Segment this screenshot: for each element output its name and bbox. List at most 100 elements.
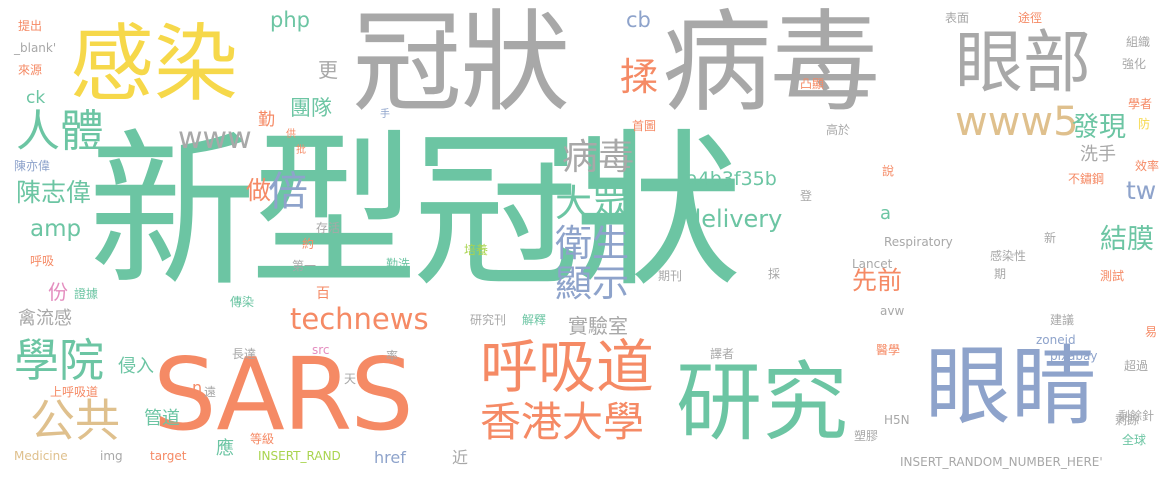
word-tw: tw [1126,176,1157,205]
word-src: src [312,343,330,357]
word-delivery: delivery [686,205,783,233]
word-php: php [270,8,310,32]
word-fen: 份 [48,280,68,304]
word-faxian: 發現 [1072,112,1126,143]
word-quanqiu: 全球 [1122,433,1147,447]
word-ying: 應 [216,438,234,459]
word-peiyang: 培養 [464,243,489,257]
word-bei: 倍 [268,169,308,215]
word-yi: 易 [1145,325,1158,339]
word-xianshi: 顯示 [555,262,629,305]
word-chaoguo: 超過 [1124,359,1149,373]
word-guanzhuang: 冠狀 [352,0,570,127]
word-sujiao: 塑膠 [854,429,879,443]
word-n: n [192,378,203,397]
word-lv: 率 [386,349,399,363]
word-xianggang-daxue: 香港大學 [480,398,644,446]
word-qinliugan: 禽流感 [18,308,72,329]
word-gonggong: 公共 [30,394,121,447]
word-buxiugang: 不鏽鋼 [1068,172,1105,186]
word-yanjiukan: 研究刊 [470,313,507,327]
word-www: www [178,121,252,156]
word-jianyi: 建議 [1050,313,1075,327]
word-href: href [374,448,406,467]
word-guandao: 管道 [144,408,180,429]
word-insert-rand: INSERT_RAND [258,449,341,463]
word-shengyuzhen: 剩餘針 [1118,409,1155,423]
word-xuezhe: 學者 [1128,97,1153,111]
word-changda: 長達 [232,347,257,361]
word-yue: 約 [302,237,315,251]
word-gong: 供 [286,129,296,140]
word-jiemo: 結膜 [1100,224,1154,255]
word-diyi: 第一 [292,259,317,273]
word-qi: 期 [994,267,1007,281]
word-huxi: 呼吸 [30,254,55,268]
word-respiratory: Respiratory [884,235,953,249]
word-zuo: 做 [246,176,272,205]
word-bai: 百 [316,286,330,302]
word-xishou: 洗手 [1080,144,1116,165]
word-xiaolv: 效率 [1135,159,1160,173]
word-a4b3f35b: a4b3f35b [686,168,777,190]
word-gaoyu: 高於 [826,123,851,137]
word-yizhe: 譯者 [710,347,735,361]
word-xueyuan: 學院 [14,334,105,387]
word-yixue: 醫學 [876,343,901,357]
word-blank: _blank' [14,41,57,55]
word-ceshi: 測試 [1100,269,1125,283]
word-amp: amp [30,216,82,242]
word-laiyuan: 來源 [18,63,43,77]
word-tuxian: 凸顯 [800,77,825,91]
word-biaomian: 表面 [945,11,970,25]
word-img: img [100,449,123,463]
word-pixabay: pixabay [1050,349,1098,363]
word-shou: 手 [380,109,390,120]
word-target: target [150,449,187,463]
word-medicine: Medicine [14,449,68,463]
word-jin: 近 [452,448,469,467]
word-huxidao: 呼吸道 [480,333,655,401]
word-pi: 批 [296,145,306,156]
word-zhengju: 證據 [74,287,99,301]
word-dazhong: 大眾 [555,182,629,225]
word-yanjiu: 研究 [676,353,848,453]
word-tichu: 提出 [18,19,43,33]
word-xianqian: 先前 [852,266,903,295]
word-tujing: 途徑 [1018,11,1043,25]
word-lancet: Lancet [852,257,893,271]
word-renti: 人體 [16,106,104,157]
word-qinxi: 勤洗 [386,257,411,271]
word-jieshi: 解釋 [522,313,547,327]
word-shiyanshi: 實驗室 [568,314,628,338]
word-ganran: 感染 [70,15,239,113]
word-cb: cb [626,8,651,32]
word-ganranxing: 感染性 [990,249,1027,263]
word-deng: 登 [800,189,813,203]
word-qianghua: 強化 [1122,57,1147,71]
word-zoneid: zoneid [1036,333,1076,347]
word-chenyiwei: 陳亦偉 [14,159,51,173]
word-tuandui: 團隊 [290,96,332,120]
word-insert-random-number: INSERT_RANDOM_NUMBER_HERE' [900,455,1103,469]
word-www5: www5 [955,99,1079,145]
word-qikan: 期刊 [658,269,683,283]
word-chenzhiwei: 陳志偉 [16,178,92,207]
word-xin: 新 [1044,231,1057,245]
word-geng: 更 [318,58,338,82]
word-bingdu-small: 病毒 [562,137,635,178]
word-yanbu: 眼部 [955,24,1092,103]
word-bingdu: 病毒 [662,0,880,127]
word-avw: avw [880,304,905,318]
word-yuan: 遠 [204,385,217,399]
word-dengji: 等級 [250,432,275,446]
word-cunhuo: 存活 [316,221,341,235]
word-weisheng: 衛生 [555,222,629,265]
word-shoutu: 首圖 [632,119,657,133]
word-cai: 採 [768,267,781,281]
word-h5n: H5N [884,413,910,427]
word-rou: 揉 [620,55,659,99]
word-shuo: 說 [882,164,895,178]
word-qin: 勤 [258,110,275,130]
word-a: a [880,203,892,224]
